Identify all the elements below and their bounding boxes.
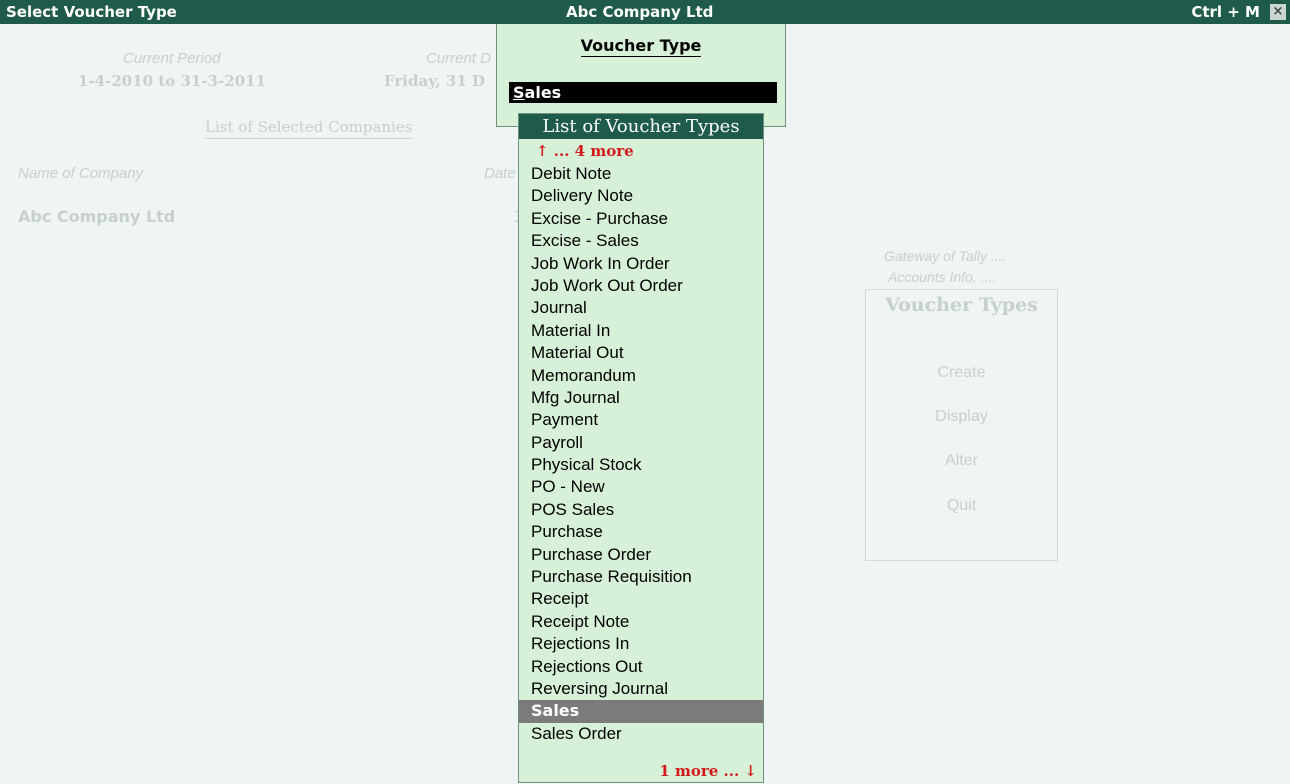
list-item[interactable]: Excise - Sales — [519, 230, 763, 252]
list-item-selected[interactable]: Sales — [519, 700, 763, 723]
voucher-type-input[interactable]: Sales — [509, 82, 777, 103]
voucher-type-dialog: Voucher Type Sales — [496, 24, 786, 127]
list-item[interactable]: Purchase — [519, 521, 763, 543]
list-item[interactable]: Excise - Purchase — [519, 208, 763, 230]
menu-item-alter[interactable]: Alter — [866, 452, 1057, 470]
menu-item-quit[interactable]: Quit — [866, 497, 1057, 515]
voucher-types-menu-panel: Voucher Types Create Display Alter Quit — [865, 289, 1058, 561]
list-item[interactable]: Job Work In Order — [519, 253, 763, 275]
list-item[interactable]: Receipt — [519, 588, 763, 610]
list-items-container: Debit Note Delivery Note Excise - Purchase… — [519, 163, 763, 745]
breadcrumb-accounts-info: Accounts Info. .... — [888, 269, 997, 285]
title-bar: Select Voucher Type Abc Company Ltd Ctrl… — [0, 0, 1290, 24]
list-item[interactable]: Purchase Requisition — [519, 566, 763, 588]
list-header: List of Voucher Types — [519, 114, 763, 139]
screen-title: Select Voucher Type — [6, 3, 177, 21]
list-item[interactable]: Sales Order — [519, 723, 763, 745]
list-item[interactable]: Job Work Out Order — [519, 275, 763, 297]
list-item[interactable]: Material Out — [519, 342, 763, 364]
company-title: Abc Company Ltd — [566, 3, 714, 21]
list-item[interactable]: Debit Note — [519, 163, 763, 185]
current-date-value: Friday, 31 D — [384, 72, 486, 90]
list-item[interactable]: Reversing Journal — [519, 678, 763, 700]
list-item[interactable]: Rejections Out — [519, 656, 763, 678]
list-item[interactable]: Delivery Note — [519, 185, 763, 207]
list-item[interactable]: Receipt Note — [519, 611, 763, 633]
list-item[interactable]: Rejections In — [519, 633, 763, 655]
voucher-types-menu-title: Voucher Types — [885, 294, 1038, 316]
list-selected-companies-heading: List of Selected Companies — [205, 118, 413, 139]
close-icon[interactable]: × — [1270, 4, 1286, 20]
scroll-up-more-indicator[interactable]: ↑ ... 4 more — [536, 142, 634, 160]
list-item[interactable]: Material In — [519, 320, 763, 342]
column-date: Date — [484, 165, 516, 182]
voucher-types-list: List of Voucher Types ↑ ... 4 more Debit… — [518, 113, 764, 783]
menu-item-create[interactable]: Create — [866, 364, 1057, 382]
voucher-type-heading: Voucher Type — [580, 36, 702, 57]
list-item[interactable]: Memorandum — [519, 365, 763, 387]
shortcut-hint: Ctrl + M — [1191, 3, 1260, 21]
list-item[interactable]: Physical Stock — [519, 454, 763, 476]
input-hotkey-letter: S — [513, 83, 525, 102]
column-name-of-company: Name of Company — [18, 165, 144, 182]
list-item[interactable]: POS Sales — [519, 499, 763, 521]
list-item[interactable]: Mfg Journal — [519, 387, 763, 409]
menu-item-display[interactable]: Display — [866, 408, 1057, 426]
input-text: ales — [524, 83, 562, 102]
list-item[interactable]: Purchase Order — [519, 544, 763, 566]
current-date-label: Current D — [426, 50, 492, 67]
company-row-name: Abc Company Ltd — [18, 207, 176, 226]
scroll-down-more-indicator[interactable]: 1 more ... ↓ — [659, 762, 757, 780]
current-period-label: Current Period — [123, 50, 221, 67]
list-item[interactable]: PO - New — [519, 476, 763, 498]
list-item[interactable]: Payment — [519, 409, 763, 431]
current-period-value: 1-4-2010 to 31-3-2011 — [78, 72, 266, 90]
list-item[interactable]: Payroll — [519, 432, 763, 454]
list-item[interactable]: Journal — [519, 297, 763, 319]
breadcrumb-gateway: Gateway of Tally .... — [884, 248, 1007, 264]
